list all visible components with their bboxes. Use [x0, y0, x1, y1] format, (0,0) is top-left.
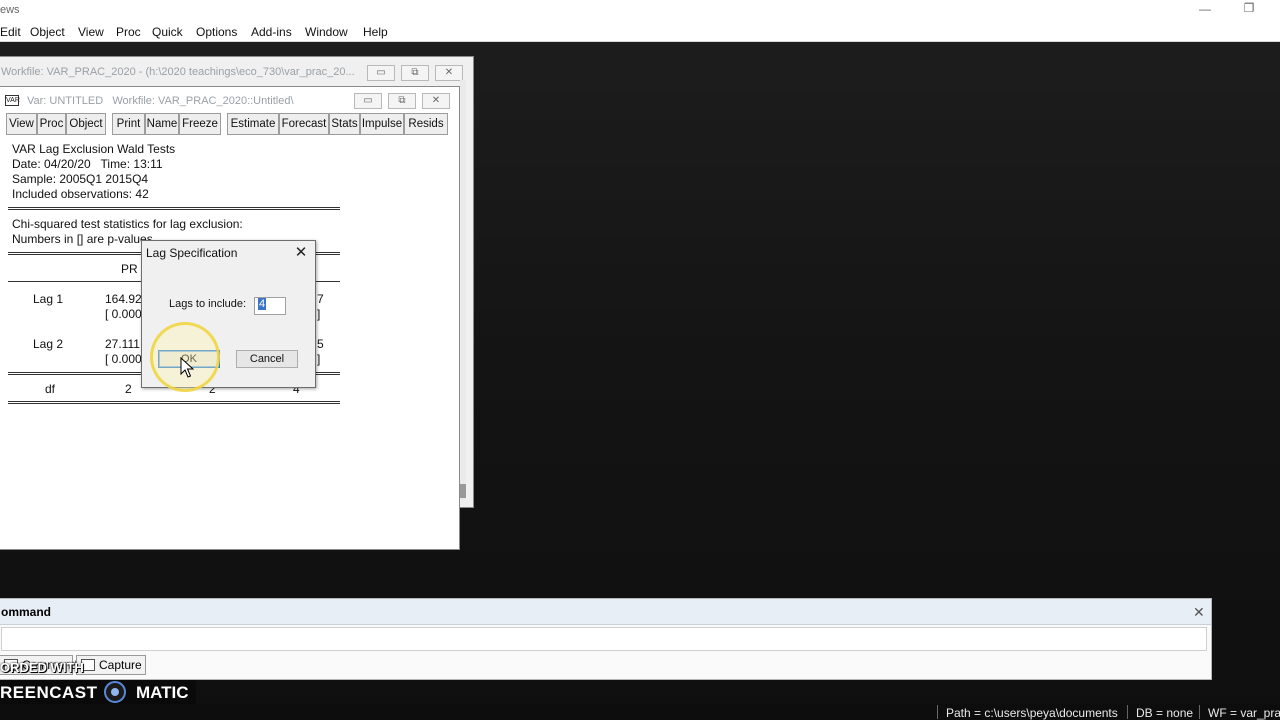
workfile-title: Workfile: VAR_PRAC_2020 - (h:\2020 teach…	[1, 66, 355, 78]
output-divider	[8, 207, 340, 210]
output-divider	[8, 401, 340, 404]
menu-window[interactable]: Window	[305, 25, 348, 39]
table-cell: ]	[317, 352, 321, 366]
table-cell: [ 0.000	[105, 352, 142, 366]
var-maximize-icon[interactable]: ⧉	[388, 93, 416, 109]
dialog-title: Lag Specification	[146, 246, 238, 260]
workfile-close-icon[interactable]: ✕	[435, 65, 463, 81]
output-observations: Included observations: 42	[12, 187, 149, 201]
menu-quick[interactable]: Quick	[152, 25, 183, 39]
menu-bar: Edit Object View Proc Quick Options Add-…	[0, 22, 1280, 42]
status-separator	[937, 705, 938, 719]
watermark-left-word: REENCAST	[0, 683, 98, 702]
toolbar-estimate-button[interactable]: Estimate	[227, 113, 279, 135]
toolbar-freeze-button[interactable]: Freeze	[179, 113, 221, 135]
var-close-icon[interactable]: ✕	[422, 93, 450, 109]
row-label-df: df	[45, 382, 56, 396]
workfile-minimize-icon[interactable]: ▭	[367, 65, 395, 81]
lags-input-value: 4	[258, 298, 267, 310]
toolbar-resids-button[interactable]: Resids	[404, 113, 448, 135]
output-note: Chi-squared test statistics for lag excl…	[12, 217, 243, 231]
restore-icon[interactable]: ❐	[1236, 1, 1262, 17]
watermark-right-word: MATIC	[136, 683, 189, 702]
tab-capture[interactable]: Capture	[76, 655, 146, 675]
table-cell: 2	[125, 382, 132, 396]
toolbar-name-button[interactable]: Name	[145, 113, 179, 135]
workfile-scrollbar[interactable]	[460, 80, 466, 500]
command-input[interactable]	[1, 627, 1207, 651]
table-cell: 7	[317, 292, 324, 306]
app-title: ews	[0, 4, 20, 16]
status-wf: WF = var_prac	[1208, 706, 1280, 720]
toolbar-stats-button[interactable]: Stats	[329, 113, 360, 135]
mouse-pointer-icon	[180, 357, 194, 378]
lags-label: Lags to include:	[169, 298, 247, 310]
table-cell: ]	[317, 307, 321, 321]
output-sample: Sample: 2005Q1 2015Q4	[12, 172, 149, 186]
screencast-watermark: REENCAST MATIC	[0, 680, 196, 704]
command-pane-title: ommand	[1, 605, 52, 619]
scrollbar-thumb[interactable]	[460, 484, 466, 498]
output-date: Date: 04/20/20 Time: 13:11	[12, 157, 163, 171]
table-cell: [ 0.000	[105, 307, 142, 321]
toolbar-impulse-button[interactable]: Impulse	[360, 113, 404, 135]
dialog-close-icon[interactable]: ✕	[292, 244, 310, 262]
status-separator	[1199, 705, 1200, 719]
var-minimize-icon[interactable]: ▭	[354, 93, 382, 109]
row-label-lag-1: Lag 1	[33, 292, 64, 306]
table-cell: 164.92	[105, 292, 142, 306]
status-separator	[1127, 705, 1128, 719]
tab-capture-label: Capture	[99, 658, 142, 672]
menu-options[interactable]: Options	[196, 25, 237, 39]
menu-object[interactable]: Object	[30, 25, 65, 39]
table-cell: 27.111	[105, 337, 140, 351]
var-icon: VAR	[5, 95, 20, 106]
toolbar-print-button[interactable]: Print	[112, 113, 145, 135]
output-note: Numbers in [] are p-values	[12, 232, 153, 246]
lags-input[interactable]: 4	[254, 297, 286, 315]
command-pane: ommand ✕ Command Capture	[0, 598, 1212, 680]
command-pane-header: ommand	[0, 599, 1211, 625]
table-column-header: PR	[121, 262, 138, 276]
menu-add-ins[interactable]: Add-ins	[251, 25, 292, 39]
toolbar-object-button[interactable]: Object	[66, 113, 106, 135]
app-title-bar: ews — ❐	[0, 0, 1280, 22]
menu-proc[interactable]: Proc	[116, 25, 141, 39]
minimize-icon[interactable]: —	[1192, 2, 1218, 18]
status-path: Path = c:\users\peya\documents	[946, 706, 1118, 720]
menu-edit[interactable]: Edit	[0, 25, 21, 39]
toolbar-view-button[interactable]: View	[6, 113, 37, 135]
menu-view[interactable]: View	[78, 25, 104, 39]
record-icon	[104, 681, 126, 703]
workfile-maximize-icon[interactable]: ⧉	[401, 65, 429, 81]
row-label-lag-2: Lag 2	[33, 337, 64, 351]
toolbar-proc-button[interactable]: Proc	[37, 113, 66, 135]
command-close-icon[interactable]: ✕	[1193, 604, 1205, 621]
table-cell: 5	[317, 337, 324, 351]
toolbar-forecast-button[interactable]: Forecast	[279, 113, 329, 135]
cancel-button[interactable]: Cancel	[236, 350, 298, 368]
menu-help[interactable]: Help	[363, 25, 388, 39]
watermark-recorded-with: ORDED WITH	[0, 660, 84, 675]
var-title: Var: UNTITLED Workfile: VAR_PRAC_2020::U…	[27, 95, 294, 107]
status-db: DB = none	[1136, 706, 1194, 720]
status-bar: Path = c:\users\peya\documents DB = none…	[0, 704, 1280, 720]
output-title: VAR Lag Exclusion Wald Tests	[12, 142, 176, 156]
